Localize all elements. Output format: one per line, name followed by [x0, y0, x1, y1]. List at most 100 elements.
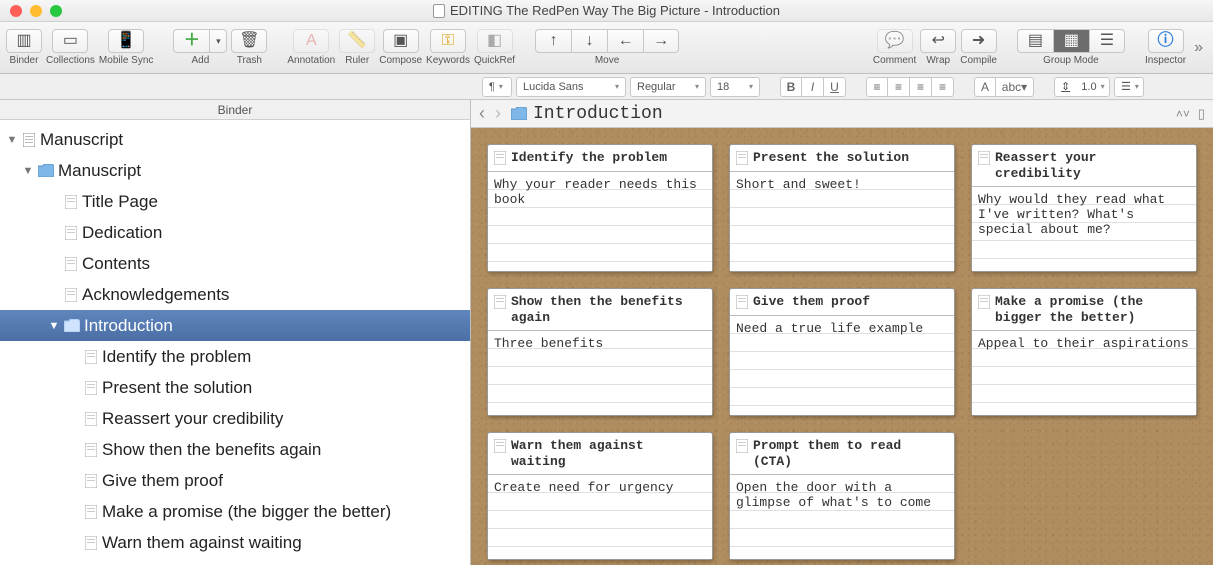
format-bar: ¶ ▾ Lucida Sans▾ Regular▾ 18▾ B I U ≡ ≡ …: [0, 74, 1213, 100]
add-label: Add: [191, 55, 209, 66]
tree-item-title-page[interactable]: Title Page: [0, 186, 470, 217]
disclosure-triangle-icon[interactable]: ▼: [48, 320, 60, 332]
card-synopsis[interactable]: Short and sweet!: [730, 172, 954, 271]
move-right-button[interactable]: →: [643, 29, 679, 53]
italic-button[interactable]: I: [802, 77, 824, 97]
index-card[interactable]: Make a promise (the bigger the better) A…: [971, 288, 1197, 416]
document-icon: [84, 536, 98, 550]
titlebar: EDITING The RedPen Way The Big Picture -…: [0, 0, 1213, 22]
tree-item[interactable]: Warn them against waiting: [0, 527, 470, 558]
document-icon: [84, 350, 98, 364]
tree-root-manuscript[interactable]: ▼ Manuscript: [0, 124, 470, 155]
group-mode-document-button[interactable]: ▤: [1017, 29, 1053, 53]
tree-item[interactable]: Prompt them to read (CTA): [0, 558, 470, 565]
align-center-button[interactable]: ≡: [888, 77, 910, 97]
ruler-label: Ruler: [345, 55, 369, 66]
index-card[interactable]: Present the solution Short and sweet!: [729, 144, 955, 272]
add-button[interactable]: ＋: [173, 29, 209, 53]
tree-folder-manuscript[interactable]: ▼ Manuscript: [0, 155, 470, 186]
comment-button[interactable]: 💬: [877, 29, 913, 53]
compose-label: Compose: [379, 55, 422, 66]
disclosure-triangle-icon[interactable]: ▼: [22, 165, 34, 177]
index-card[interactable]: Prompt them to read (CTA) Open the door …: [729, 432, 955, 560]
card-title: Show then the benefits again: [511, 294, 706, 325]
nav-forward-button[interactable]: ›: [495, 103, 501, 124]
index-card[interactable]: Identify the problem Why your reader nee…: [487, 144, 713, 272]
document-icon: [64, 195, 78, 209]
binder-label: Binder: [10, 55, 39, 66]
card-synopsis[interactable]: Three benefits: [488, 331, 712, 415]
font-family-select[interactable]: Lucida Sans▾: [516, 77, 626, 97]
folder-icon: [511, 107, 527, 120]
move-left-button[interactable]: ←: [607, 29, 643, 53]
move-down-button[interactable]: ↓: [571, 29, 607, 53]
card-title: Present the solution: [753, 150, 909, 166]
annotation-button[interactable]: A: [293, 29, 329, 53]
ruler-button[interactable]: 📏: [339, 29, 375, 53]
tree-folder-introduction[interactable]: ▼ Introduction: [0, 310, 470, 341]
tree-item[interactable]: Give them proof: [0, 465, 470, 496]
inspector-button[interactable]: ⓘ: [1148, 29, 1184, 53]
card-synopsis[interactable]: Why would they read what I've written? W…: [972, 187, 1196, 271]
card-synopsis[interactable]: Create need for urgency: [488, 475, 712, 559]
comment-label: Comment: [873, 55, 916, 66]
compose-button[interactable]: ▣: [383, 29, 419, 53]
document-icon: [736, 295, 748, 309]
trash-button[interactable]: 🗑: [231, 29, 267, 53]
align-right-button[interactable]: ≡: [910, 77, 932, 97]
align-justify-button[interactable]: ≡: [932, 77, 954, 97]
corkboard[interactable]: Identify the problem Why your reader nee…: [471, 128, 1213, 565]
font-style-select[interactable]: Regular▾: [630, 77, 706, 97]
align-left-button[interactable]: ≡: [866, 77, 888, 97]
folder-icon: [38, 164, 54, 177]
binder-toggle-button[interactable]: ▥: [6, 29, 42, 53]
underline-button[interactable]: U: [824, 77, 846, 97]
card-synopsis[interactable]: Appeal to their aspirations: [972, 331, 1196, 415]
add-dropdown-button[interactable]: ▾: [209, 29, 227, 53]
index-card[interactable]: Give them proof Need a true life example: [729, 288, 955, 416]
tree-item-dedication[interactable]: Dedication: [0, 217, 470, 248]
list-button[interactable]: ☰▾: [1114, 77, 1144, 97]
quickref-button[interactable]: ◧: [477, 29, 513, 53]
group-mode-corkboard-button[interactable]: ▦: [1053, 29, 1089, 53]
keywords-button[interactable]: ⚿: [430, 29, 466, 53]
bold-button[interactable]: B: [780, 77, 802, 97]
card-synopsis[interactable]: Open the door with a glimpse of what's t…: [730, 475, 954, 559]
toolbar-overflow-button[interactable]: »: [1190, 39, 1207, 57]
card-title: Reassert your credibility: [995, 150, 1190, 181]
path-up-down-button[interactable]: ˄˅: [1176, 107, 1190, 121]
card-title: Warn them against waiting: [511, 438, 706, 469]
split-view-button[interactable]: ▯: [1198, 106, 1205, 122]
disclosure-triangle-icon[interactable]: ▼: [6, 134, 18, 146]
tree-item[interactable]: Make a promise (the bigger the better): [0, 496, 470, 527]
tree-item-contents[interactable]: Contents: [0, 248, 470, 279]
tree-item[interactable]: Present the solution: [0, 372, 470, 403]
index-card[interactable]: Show then the benefits again Three benef…: [487, 288, 713, 416]
wrap-button[interactable]: ↩: [920, 29, 956, 53]
binder-tree: ▼ Manuscript ▼ Manuscript Title Page Ded…: [0, 120, 470, 565]
collections-button[interactable]: ▭: [52, 29, 88, 53]
tree-item[interactable]: Show then the benefits again: [0, 434, 470, 465]
card-synopsis[interactable]: Need a true life example: [730, 316, 954, 415]
document-icon: [494, 151, 506, 165]
text-color-button[interactable]: A: [974, 77, 996, 97]
document-icon: [84, 505, 98, 519]
compile-button[interactable]: ➜: [961, 29, 997, 53]
document-icon: [736, 439, 748, 453]
highlight-button[interactable]: abc▾: [996, 77, 1034, 97]
group-mode-outline-button[interactable]: ☰: [1089, 29, 1125, 53]
tree-item[interactable]: Reassert your credibility: [0, 403, 470, 434]
mobile-sync-button[interactable]: 📱: [108, 29, 144, 53]
index-card[interactable]: Warn them against waiting Create need fo…: [487, 432, 713, 560]
tree-item[interactable]: Identify the problem: [0, 341, 470, 372]
move-up-button[interactable]: ↑: [535, 29, 571, 53]
card-synopsis[interactable]: Why your reader needs this book: [488, 172, 712, 271]
line-spacing-select[interactable]: ⇕ 1.0▾: [1054, 77, 1110, 97]
paragraph-style-button[interactable]: ¶ ▾: [482, 77, 512, 97]
index-card[interactable]: Reassert your credibility Why would they…: [971, 144, 1197, 272]
font-size-select[interactable]: 18▾: [710, 77, 760, 97]
editor-path-bar: ‹ › Introduction ˄˅ ▯: [471, 100, 1213, 128]
tree-item-acknowledgements[interactable]: Acknowledgements: [0, 279, 470, 310]
document-icon: [64, 257, 78, 271]
nav-back-button[interactable]: ‹: [479, 103, 485, 124]
